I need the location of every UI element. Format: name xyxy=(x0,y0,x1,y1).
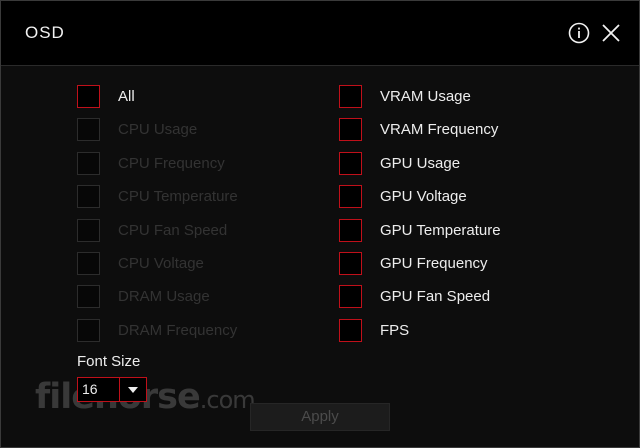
option-gpu-fan-speed[interactable]: GPU Fan Speed xyxy=(339,283,490,309)
title-bar: OSD xyxy=(1,1,639,66)
option-fps[interactable]: FPS xyxy=(339,317,409,343)
checkbox-fps[interactable] xyxy=(339,318,362,342)
font-size-select[interactable]: 16 xyxy=(77,377,147,402)
option-label: CPU Temperature xyxy=(118,187,238,205)
checkbox-vram-frequency[interactable] xyxy=(339,117,362,141)
checkbox-vram-usage[interactable] xyxy=(339,84,362,108)
option-all[interactable]: All xyxy=(77,83,135,109)
option-label: GPU Usage xyxy=(380,154,461,172)
option-gpu-temperature[interactable]: GPU Temperature xyxy=(339,217,501,243)
font-size-value: 16 xyxy=(78,378,120,401)
close-icon[interactable] xyxy=(601,23,621,43)
info-icon[interactable] xyxy=(568,22,590,44)
option-gpu-usage[interactable]: GPU Usage xyxy=(339,150,460,176)
option-label: CPU Voltage xyxy=(118,254,204,272)
checkbox-cpu-usage xyxy=(77,117,100,141)
checkbox-gpu-temperature[interactable] xyxy=(339,218,362,242)
option-label: CPU Fan Speed xyxy=(118,221,228,239)
checkbox-gpu-frequency[interactable] xyxy=(339,251,362,275)
watermark-suffix: .com xyxy=(199,386,256,414)
option-label: GPU Voltage xyxy=(380,187,467,205)
checkbox-dram-usage xyxy=(77,284,100,308)
option-label: CPU Usage xyxy=(118,120,198,138)
dialog-title: OSD xyxy=(25,23,65,42)
option-label: DRAM Frequency xyxy=(118,321,238,339)
caret-down-icon[interactable] xyxy=(120,378,146,401)
option-dram-frequency: DRAM Frequency xyxy=(77,317,237,343)
osd-dialog: OSD All CPU Usage CPU Frequency CPU Tempera… xyxy=(0,0,640,448)
option-cpu-fan-speed: CPU Fan Speed xyxy=(77,217,227,243)
option-label: VRAM Usage xyxy=(380,87,471,105)
checkbox-cpu-voltage xyxy=(77,251,100,275)
apply-button[interactable]: Apply xyxy=(250,403,390,431)
option-cpu-usage: CPU Usage xyxy=(77,116,197,142)
checkbox-cpu-frequency xyxy=(77,151,100,175)
option-label: GPU Frequency xyxy=(380,254,488,272)
option-cpu-frequency: CPU Frequency xyxy=(77,150,225,176)
checkbox-gpu-voltage[interactable] xyxy=(339,184,362,208)
option-label: GPU Temperature xyxy=(380,221,501,239)
option-gpu-voltage[interactable]: GPU Voltage xyxy=(339,183,467,209)
option-label: VRAM Frequency xyxy=(380,120,499,138)
option-label: FPS xyxy=(380,321,410,339)
option-label: GPU Fan Speed xyxy=(380,287,491,305)
checkbox-dram-frequency xyxy=(77,318,100,342)
checkbox-all[interactable] xyxy=(77,84,100,108)
option-dram-usage: DRAM Usage xyxy=(77,283,210,309)
option-cpu-voltage: CPU Voltage xyxy=(77,250,204,276)
option-label: DRAM Usage xyxy=(118,287,210,305)
checkbox-cpu-temperature xyxy=(77,184,100,208)
option-label: All xyxy=(118,87,135,105)
option-cpu-temperature: CPU Temperature xyxy=(77,183,238,209)
option-label: CPU Frequency xyxy=(118,154,225,172)
checkbox-cpu-fan-speed xyxy=(77,218,100,242)
option-gpu-frequency[interactable]: GPU Frequency xyxy=(339,250,488,276)
checkbox-gpu-fan-speed[interactable] xyxy=(339,284,362,308)
font-size-label: Font Size xyxy=(77,353,141,370)
option-vram-frequency[interactable]: VRAM Frequency xyxy=(339,116,498,142)
checkbox-gpu-usage[interactable] xyxy=(339,151,362,175)
option-vram-usage[interactable]: VRAM Usage xyxy=(339,83,471,109)
